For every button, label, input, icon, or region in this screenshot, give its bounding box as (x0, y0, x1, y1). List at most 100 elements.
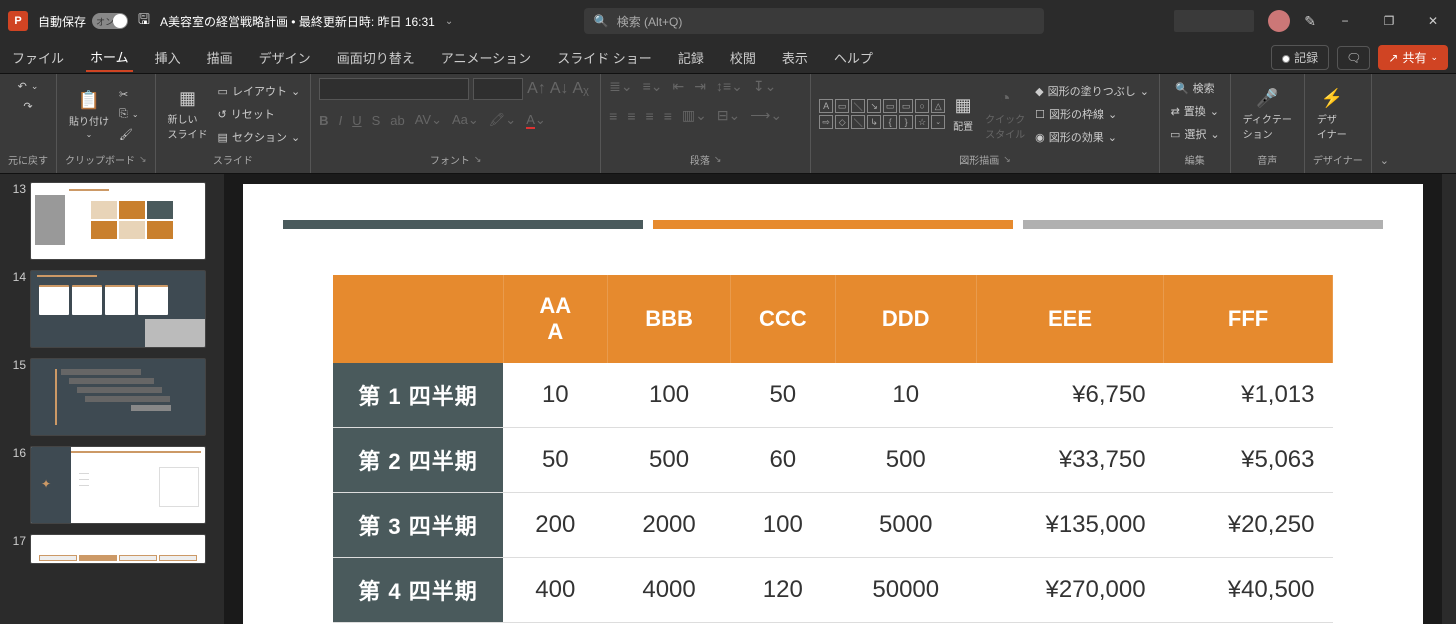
table-row[interactable]: 第 2 四半期5050060500¥33,750¥5,063 (333, 428, 1333, 493)
close-button[interactable]: ✕ (1418, 14, 1448, 28)
table-cell[interactable]: 2000 (608, 493, 731, 558)
tab-animations[interactable]: アニメーション (437, 44, 535, 71)
table-cell[interactable]: ¥33,750 (976, 428, 1163, 493)
smartart-button[interactable]: ⟶⌄ (750, 107, 782, 124)
table-cell[interactable]: 100 (608, 363, 731, 428)
tab-home[interactable]: ホーム (86, 43, 133, 72)
layout-button[interactable]: ▭ レイアウト ⌄ (216, 81, 303, 101)
thumbnail-15[interactable]: 15 (4, 358, 206, 436)
thumbnail-14[interactable]: 14 (4, 270, 206, 348)
increase-font-icon[interactable]: A↑ (527, 80, 546, 98)
designer-button[interactable]: ⚡デザ イナー (1313, 86, 1351, 143)
table-header[interactable]: FFF (1164, 275, 1333, 363)
bullets-button[interactable]: ≣⌄ (609, 78, 632, 95)
clear-format-icon[interactable]: Aᵪ (573, 80, 589, 98)
document-title[interactable]: A美容室の経営戦略計画 • 最終更新日時: 昨日 16:31 (160, 13, 435, 30)
outdent-button[interactable]: ⇤ (673, 78, 685, 95)
font-name-combo[interactable] (319, 78, 469, 100)
paragraph-dialog-icon[interactable]: ↘ (714, 154, 722, 165)
align-right-button[interactable]: ≡ (646, 108, 654, 124)
table-header[interactable]: BBB (608, 275, 731, 363)
find-button[interactable]: 🔍 検索 (1173, 78, 1217, 98)
table-cell[interactable]: ¥1,013 (1164, 363, 1333, 428)
table-cell[interactable]: 50000 (835, 558, 976, 623)
table-cell[interactable]: ¥270,000 (976, 558, 1163, 623)
shadow-button[interactable]: ab (390, 113, 404, 128)
minimize-button[interactable]: − (1330, 14, 1360, 28)
indent-button[interactable]: ⇥ (694, 78, 706, 95)
redo-button[interactable]: ↷ (21, 98, 34, 115)
format-painter-button[interactable]: 🖌 (117, 126, 141, 143)
table-header[interactable]: EEE (976, 275, 1163, 363)
table-cell[interactable]: ¥6,750 (976, 363, 1163, 428)
columns-button[interactable]: ▥⌄ (682, 107, 707, 124)
tab-help[interactable]: ヘルプ (830, 44, 877, 71)
title-dropdown-icon[interactable]: ⌄ (445, 16, 453, 27)
select-button[interactable]: ▭ 選択 ⌄ (1168, 124, 1222, 144)
align-center-button[interactable]: ≡ (627, 108, 635, 124)
tab-draw[interactable]: 描画 (203, 44, 237, 71)
table-cell[interactable]: 60 (731, 428, 836, 493)
dictate-button[interactable]: 🎤ディクテー ション (1239, 86, 1296, 143)
font-dialog-icon[interactable]: ↘ (474, 154, 482, 165)
align-left-button[interactable]: ≡ (609, 108, 617, 124)
thumbnail-17[interactable]: 17 (4, 534, 206, 564)
arrange-button[interactable]: ▦配置 (949, 93, 977, 135)
replace-button[interactable]: ⇄ 置換 ⌄ (1169, 101, 1221, 121)
table-cell[interactable]: 5000 (835, 493, 976, 558)
tab-file[interactable]: ファイル (8, 44, 68, 71)
decrease-font-icon[interactable]: A↓ (550, 80, 569, 98)
table-row[interactable]: 第 3 四半期20020001005000¥135,000¥20,250 (333, 493, 1333, 558)
shape-gallery[interactable]: A▭＼↘▭▭○△ ⇨◇＼↳{}☆⌄ (819, 99, 945, 129)
shape-outline-button[interactable]: ☐ 図形の枠線 ⌄ (1033, 104, 1151, 124)
table-header[interactable] (333, 275, 503, 363)
reset-button[interactable]: ↺ リセット (216, 104, 303, 124)
new-slide-button[interactable]: ▦新しい スライド (164, 86, 212, 143)
data-table[interactable]: AAA BBB CCC DDD EEE FFF 第 1 四半期101005010… (333, 275, 1333, 623)
toggle-switch[interactable]: オン (92, 13, 128, 29)
undo-button[interactable]: ↶⌄ (16, 78, 41, 95)
cut-button[interactable]: ✂ (117, 86, 141, 103)
row-header[interactable]: 第 2 四半期 (333, 428, 503, 493)
bold-button[interactable]: B (319, 113, 328, 128)
search-box[interactable]: 🔍 検索 (Alt+Q) (584, 8, 1044, 34)
thumbnail-scrollbar[interactable] (210, 174, 224, 624)
quick-styles-button[interactable]: ◔クイック スタイル (981, 86, 1029, 143)
table-cell[interactable]: 10 (503, 363, 608, 428)
table-cell[interactable]: ¥5,063 (1164, 428, 1333, 493)
row-header[interactable]: 第 4 四半期 (333, 558, 503, 623)
copy-button[interactable]: ⎘ ⌄ (117, 106, 141, 123)
row-header[interactable]: 第 1 四半期 (333, 363, 503, 428)
tab-record[interactable]: 記録 (674, 44, 708, 71)
tab-insert[interactable]: 挿入 (151, 44, 185, 71)
change-case-button[interactable]: Aa⌄ (452, 112, 479, 128)
line-spacing-button[interactable]: ↕≡⌄ (716, 78, 743, 95)
inkpen-icon[interactable]: ✎ (1304, 13, 1316, 30)
table-row[interactable]: 第 4 四半期400400012050000¥270,000¥40,500 (333, 558, 1333, 623)
table-cell[interactable]: 100 (731, 493, 836, 558)
table-cell[interactable]: ¥135,000 (976, 493, 1163, 558)
align-text-button[interactable]: ⊟⌄ (717, 107, 740, 124)
table-header[interactable]: DDD (835, 275, 976, 363)
drawing-dialog-icon[interactable]: ↘ (1003, 154, 1011, 165)
table-cell[interactable]: 500 (835, 428, 976, 493)
table-header[interactable]: AAA (503, 275, 608, 363)
thumbnail-16[interactable]: 16 ✦ —————— (4, 446, 206, 524)
chevron-down-icon[interactable]: ⌄ (1380, 154, 1389, 167)
slide[interactable]: AAA BBB CCC DDD EEE FFF 第 1 四半期101005010… (243, 184, 1423, 624)
tab-view[interactable]: 表示 (778, 44, 812, 71)
table-cell[interactable]: ¥20,250 (1164, 493, 1333, 558)
share-button[interactable]: ↗共有⌄ (1378, 45, 1448, 70)
highlight-button[interactable]: 🖍⌄ (489, 112, 516, 128)
table-cell[interactable]: 50 (731, 363, 836, 428)
tab-transitions[interactable]: 画面切り替え (333, 44, 419, 71)
shape-fill-button[interactable]: ◆ 図形の塗りつぶし ⌄ (1033, 81, 1151, 101)
table-cell[interactable]: 4000 (608, 558, 731, 623)
ribbon-collapse[interactable]: ⌄ (1372, 74, 1397, 173)
record-button[interactable]: 記録 (1271, 45, 1329, 70)
table-cell[interactable]: 50 (503, 428, 608, 493)
table-header[interactable]: CCC (731, 275, 836, 363)
row-header[interactable]: 第 3 四半期 (333, 493, 503, 558)
shape-effects-button[interactable]: ◉ 図形の効果 ⌄ (1033, 127, 1151, 147)
canvas-scrollbar[interactable] (1442, 174, 1456, 624)
